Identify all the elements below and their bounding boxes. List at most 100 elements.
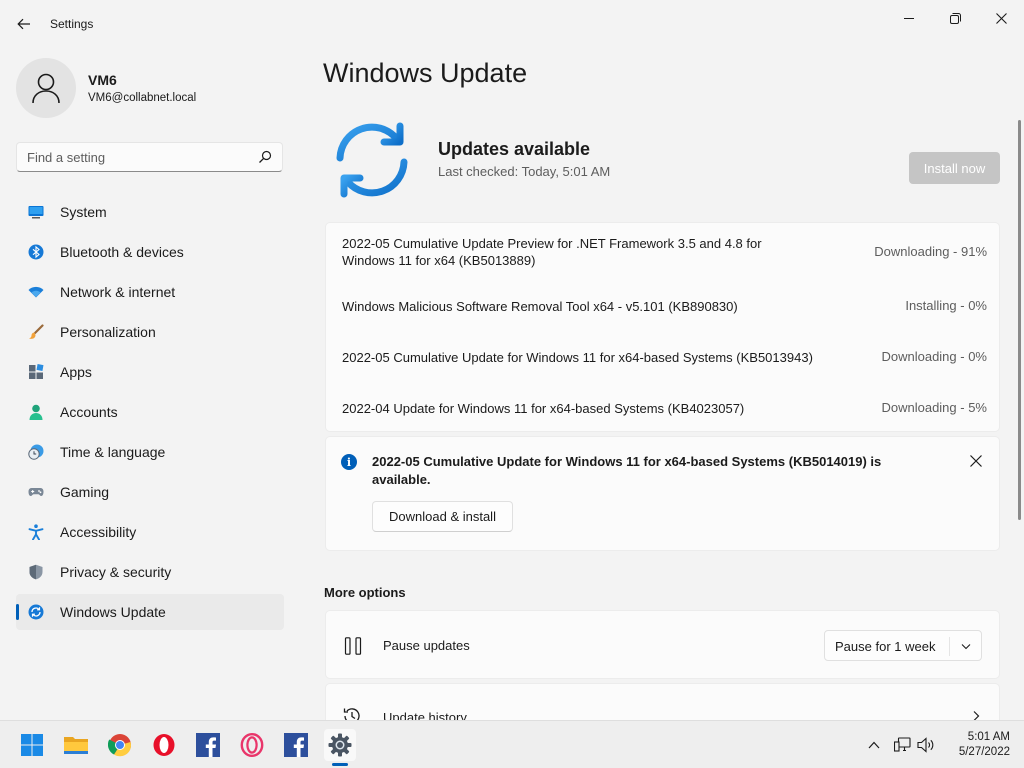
sidebar-item-accounts[interactable]: Accounts xyxy=(16,394,284,430)
start-icon xyxy=(21,734,43,756)
facebook-icon xyxy=(196,733,220,757)
taskbar-opera[interactable] xyxy=(148,729,180,761)
user-email: VM6@collabnet.local xyxy=(88,92,197,104)
start-button[interactable] xyxy=(16,729,48,761)
clock-date: 5/27/2022 xyxy=(958,746,1010,758)
sidebar-item-gaming[interactable]: Gaming xyxy=(16,474,284,510)
sidebar-item-label: Network & internet xyxy=(60,284,176,300)
search-input[interactable] xyxy=(27,148,257,166)
back-button[interactable] xyxy=(10,10,38,38)
maximize-button[interactable] xyxy=(932,4,978,32)
pause-duration-select[interactable]: Pause for 1 week xyxy=(824,630,982,661)
sidebar-item-bluetooth[interactable]: Bluetooth & devices xyxy=(16,234,284,270)
wifi-icon xyxy=(28,286,44,298)
update-name: 2022-05 Cumulative Update Preview for .N… xyxy=(342,236,762,268)
chevron-down-icon[interactable] xyxy=(960,641,972,651)
optional-update-text: 2022-05 Cumulative Update for Windows 11… xyxy=(372,454,882,487)
update-status: Downloading - 5% xyxy=(881,400,987,415)
download-install-button[interactable]: Download & install xyxy=(372,501,513,532)
update-status: Installing - 0% xyxy=(905,298,987,313)
taskbar-opera-gx[interactable] xyxy=(236,729,268,761)
user-name: VM6 xyxy=(88,72,117,88)
sidebar-item-system[interactable]: System xyxy=(16,194,284,230)
sidebar-item-label: Accounts xyxy=(60,404,118,420)
sidebar-item-label: Privacy & security xyxy=(60,564,172,580)
sidebar-item-label: Windows Update xyxy=(60,604,166,620)
sidebar-item-label: Gaming xyxy=(60,484,110,500)
taskbar-facebook[interactable] xyxy=(192,729,224,761)
pause-updates-label: Pause updates xyxy=(383,638,470,653)
sidebar-item-apps[interactable]: Apps xyxy=(16,354,284,390)
system-icon xyxy=(28,206,44,219)
sidebar-item-personalization[interactable]: Personalization xyxy=(16,314,284,350)
optional-update-card: i 2022-05 Cumulative Update for Windows … xyxy=(325,436,1000,551)
network-tray-button[interactable] xyxy=(892,735,912,755)
sidebar-item-privacy[interactable]: Privacy & security xyxy=(16,554,284,590)
clock-time: 5:01 AM xyxy=(967,731,1010,743)
search-box[interactable] xyxy=(16,142,283,172)
title-bar: Settings xyxy=(0,0,1024,48)
close-button[interactable] xyxy=(978,4,1024,32)
sidebar-item-windows-update[interactable]: Windows Update xyxy=(16,594,284,630)
sidebar-item-label: Bluetooth & devices xyxy=(60,244,184,260)
minimize-button[interactable] xyxy=(886,4,932,32)
dismiss-button[interactable] xyxy=(966,451,986,471)
facebook-icon xyxy=(284,733,308,757)
app-title: Settings xyxy=(50,17,94,31)
scrollbar[interactable] xyxy=(1018,120,1021,520)
avatar[interactable] xyxy=(16,58,76,118)
page-title: Windows Update xyxy=(323,58,528,88)
sidebar-item-time-language[interactable]: Time & language xyxy=(16,434,284,470)
update-name: 2022-04 Update for Windows 11 for x64-ba… xyxy=(342,401,745,416)
more-options-heading: More options xyxy=(324,585,406,600)
taskbar-facebook-2[interactable] xyxy=(280,729,312,761)
chrome-icon xyxy=(108,734,132,757)
status-title: Updates available xyxy=(438,139,591,159)
restore-icon xyxy=(949,12,961,24)
sidebar-item-accessibility[interactable]: Accessibility xyxy=(16,514,284,550)
back-arrow-icon xyxy=(17,18,30,30)
volume-icon xyxy=(917,737,934,753)
install-now-button[interactable]: Install now xyxy=(909,152,1000,184)
active-app-indicator xyxy=(332,763,348,766)
last-checked-text: Last checked: Today, 5:01 AM xyxy=(438,164,611,179)
list-item: 2022-04 Update for Windows 11 for x64-ba… xyxy=(342,400,987,418)
accessibility-icon xyxy=(28,524,44,540)
show-hidden-icons-button[interactable] xyxy=(864,735,884,755)
brush-icon xyxy=(29,324,44,339)
search-icon xyxy=(259,150,272,163)
taskbar-settings[interactable] xyxy=(324,729,356,761)
user-icon xyxy=(32,73,60,104)
select-divider xyxy=(949,637,950,656)
close-icon xyxy=(995,12,1007,24)
opera-icon xyxy=(153,734,175,756)
pause-duration-value: Pause for 1 week xyxy=(835,639,936,654)
taskbar-file-explorer[interactable] xyxy=(60,729,92,761)
sidebar-item-label: Time & language xyxy=(60,444,166,460)
clock-globe-icon xyxy=(28,444,44,460)
list-item: Windows Malicious Software Removal Tool … xyxy=(342,298,987,316)
opera-gx-icon xyxy=(240,733,264,757)
accounts-icon xyxy=(29,404,43,420)
update-status: Downloading - 0% xyxy=(881,349,987,364)
settings-icon xyxy=(328,733,352,757)
pause-icon xyxy=(344,637,362,655)
sidebar-item-label: Accessibility xyxy=(60,524,137,540)
update-name: 2022-05 Cumulative Update for Windows 11… xyxy=(342,350,813,365)
apps-icon xyxy=(29,364,44,379)
gamepad-icon xyxy=(28,488,44,496)
volume-tray-button[interactable] xyxy=(916,735,936,755)
info-icon: i xyxy=(341,454,357,470)
chevron-up-icon xyxy=(868,741,880,749)
sidebar-item-network[interactable]: Network & internet xyxy=(16,274,284,310)
windows-update-icon xyxy=(28,604,44,620)
update-status: Downloading - 91% xyxy=(874,244,987,259)
close-icon xyxy=(970,455,982,467)
file-explorer-icon xyxy=(64,737,88,754)
taskbar-clock[interactable]: 5:01 AM 5/27/2022 xyxy=(944,730,1010,760)
updates-list: 2022-05 Cumulative Update Preview for .N… xyxy=(325,222,1000,432)
sidebar-item-label: Apps xyxy=(60,364,92,380)
taskbar-chrome[interactable] xyxy=(104,729,136,761)
shield-icon xyxy=(29,564,43,580)
update-name: Windows Malicious Software Removal Tool … xyxy=(342,299,738,314)
